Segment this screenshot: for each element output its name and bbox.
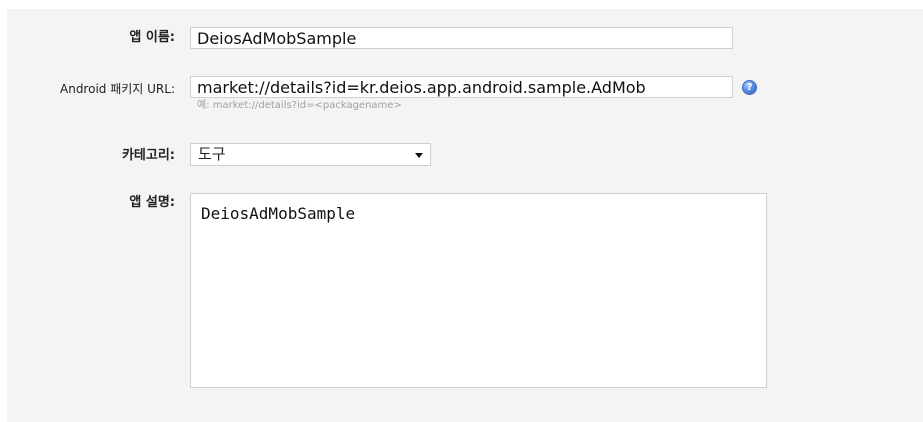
description-label: 앱 설명:: [129, 195, 175, 210]
category-selected-value: 도구: [198, 145, 226, 163]
app-name-input[interactable]: [190, 27, 733, 49]
chevron-down-icon: [415, 153, 423, 158]
category-select[interactable]: 도구: [190, 143, 431, 166]
package-url-hint: 예: market://details?id=<packagename>: [197, 100, 402, 111]
app-name-label: 앱 이름:: [129, 30, 175, 45]
description-textarea[interactable]: DeiosAdMobSample: [190, 193, 767, 388]
package-url-input[interactable]: [190, 76, 733, 98]
help-icon[interactable]: ?: [742, 80, 757, 95]
package-url-label: Android 패키지 URL:: [60, 82, 175, 96]
category-label: 카테고리:: [121, 148, 175, 163]
